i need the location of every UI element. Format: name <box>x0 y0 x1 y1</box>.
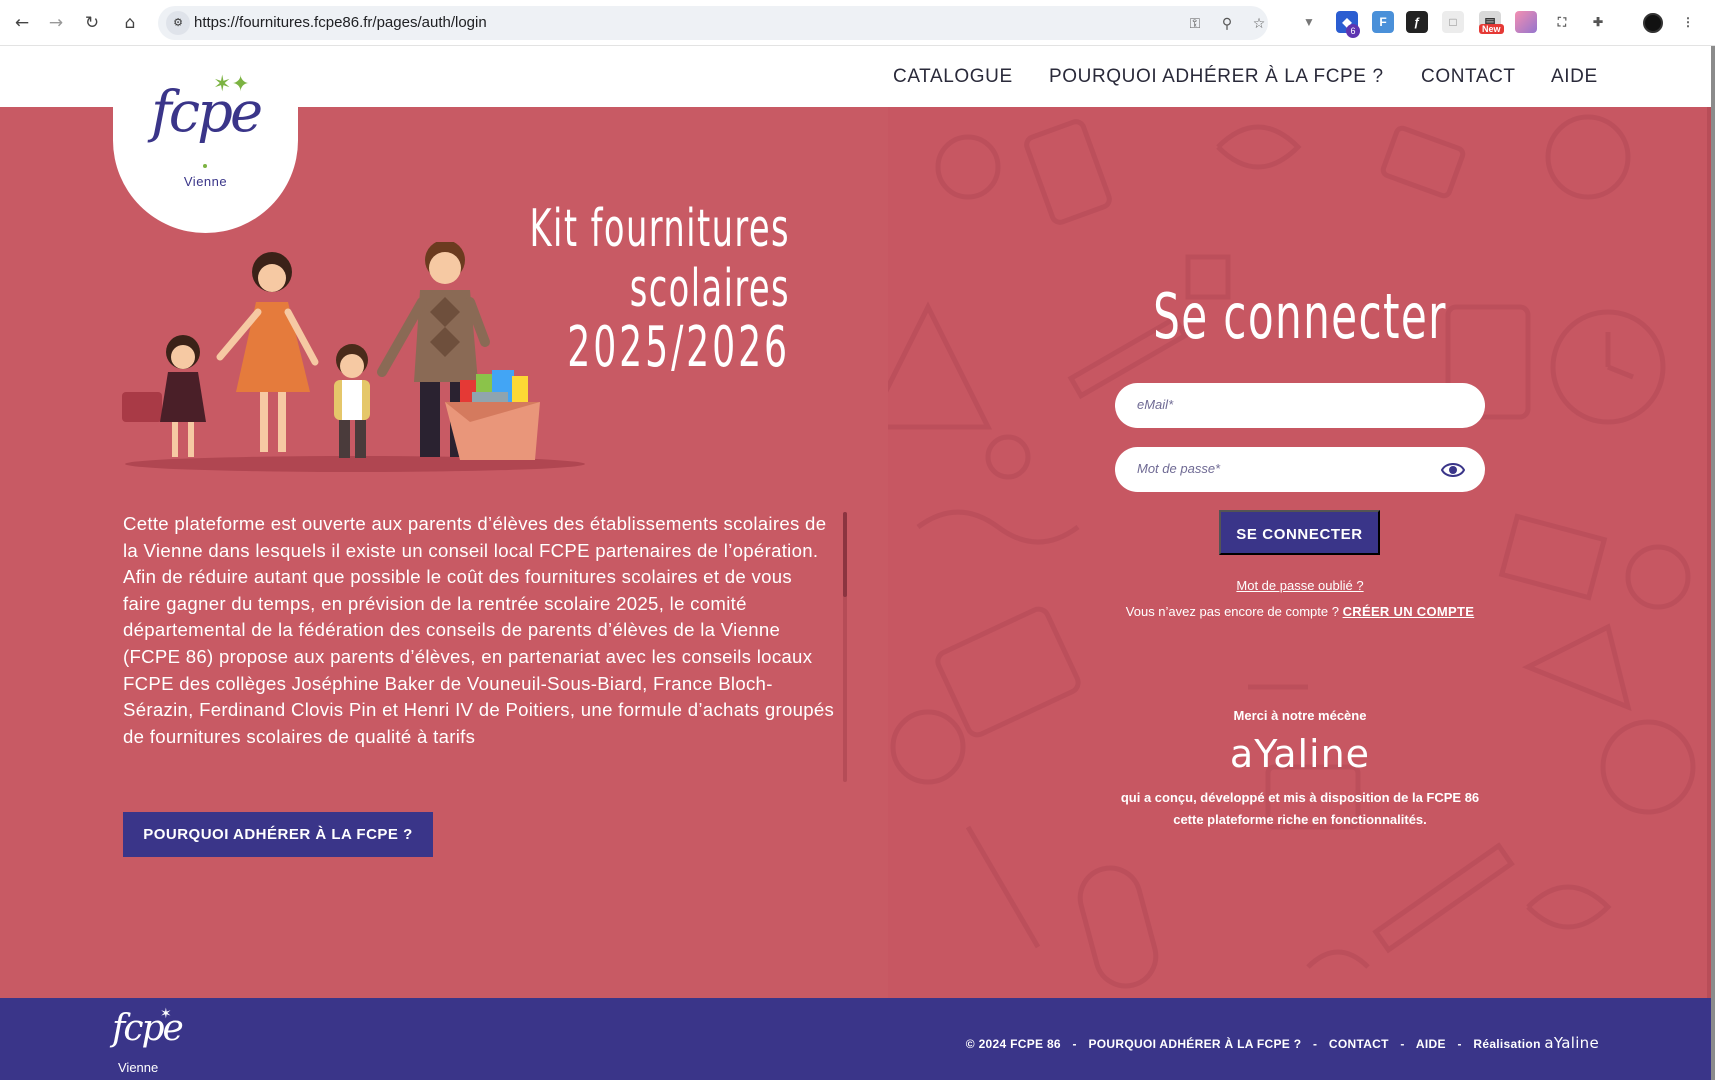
description-text: Cette plateforme est ouverte aux parents… <box>123 513 835 747</box>
footer-logo-stars-icon: ✶ <box>160 1006 172 1022</box>
footer-link-aide[interactable]: AIDE <box>1416 1037 1446 1051</box>
footer-credit-label: Réalisation <box>1473 1037 1541 1051</box>
logo-stars-icon: ✶✦ <box>213 72 250 97</box>
footer-copyright: © 2024 FCPE 86 <box>965 1037 1061 1051</box>
extension-badge-count: 6 <box>1346 24 1360 38</box>
footer-credit-name[interactable]: aYaline <box>1544 1034 1599 1052</box>
address-bar[interactable]: ⚙ https://fournitures.fcpe86.fr/pages/au… <box>158 6 1268 40</box>
site-footer: fcpe ✶ Vienne © 2024 FCPE 86 - POURQUOI … <box>0 998 1715 1080</box>
browser-toolbar: ← → ↻ ⌂ ⚙ https://fournitures.fcpe86.fr/… <box>0 0 1715 46</box>
footer-separator: - <box>1457 1037 1462 1051</box>
footer-link-pourquoi[interactable]: POURQUOI ADHÉRER À LA FCPE ? <box>1088 1037 1301 1051</box>
no-account-line: Vous n’avez pas encore de compte ? CRÉER… <box>1115 604 1485 619</box>
ayaline-logo[interactable]: aYaline <box>1115 732 1485 776</box>
fcpe-logo[interactable]: fcpe ✶✦ Vienne <box>113 46 298 233</box>
extensions-icon[interactable]: ✚ <box>1587 11 1609 33</box>
extension-gradient-icon[interactable] <box>1515 11 1537 33</box>
login-title: Se connecter <box>1153 280 1447 353</box>
nav-catalogue[interactable]: CATALOGUE <box>893 66 1013 88</box>
footer-link-contact[interactable]: CONTACT <box>1329 1037 1389 1051</box>
menu-dots-icon[interactable]: ⋮ <box>1677 11 1699 33</box>
back-icon[interactable]: ← <box>10 11 34 35</box>
footer-logo[interactable]: fcpe ✶ Vienne <box>112 1006 184 1076</box>
password-placeholder: Mot de passe* <box>1137 461 1221 476</box>
description-scrollbar-thumb[interactable] <box>843 512 847 597</box>
description-scroll[interactable]: Cette plateforme est ouverte aux parents… <box>123 511 835 781</box>
extension-blank-icon[interactable]: □ <box>1442 11 1464 33</box>
footer-links: © 2024 FCPE 86 - POURQUOI ADHÉRER À LA F… <box>966 1034 1599 1052</box>
email-field[interactable]: eMail* <box>1115 383 1485 428</box>
bookmark-star-icon[interactable]: ☆ <box>1248 13 1270 35</box>
footer-separator: - <box>1400 1037 1405 1051</box>
no-account-text: Vous n’avez pas encore de compte ? <box>1125 604 1343 619</box>
email-placeholder: eMail* <box>1137 397 1174 412</box>
zoom-icon[interactable]: ⚲ <box>1216 13 1238 35</box>
url-text[interactable]: https://fournitures.fcpe86.fr/pages/auth… <box>194 14 487 31</box>
logo-dot <box>203 164 207 168</box>
intro-panel: Kit fournitures scolaires 2025/2026 Cett… <box>0 107 888 998</box>
sponsor-text: qui a conçu, développé et mis à disposit… <box>1120 790 1480 827</box>
profile-avatar[interactable] <box>1643 13 1663 33</box>
extension-v-icon[interactable]: ▼ <box>1298 11 1320 33</box>
sponsor-label: Merci à notre mécène <box>1233 708 1367 723</box>
create-account-link[interactable]: CRÉER UN COMPTE <box>1343 604 1475 619</box>
extension-badge-new: New <box>1479 24 1504 34</box>
password-key-icon[interactable]: ⚿ <box>1184 13 1206 35</box>
footer-logo-city: Vienne <box>118 1060 159 1075</box>
family-illustration <box>122 242 585 472</box>
extension-f-icon[interactable]: F <box>1372 11 1394 33</box>
screenshot-icon[interactable]: ⛶ <box>1551 11 1573 33</box>
extension-function-icon[interactable]: ƒ <box>1406 11 1428 33</box>
forgot-password-link[interactable]: Mot de passe oublié ? <box>1115 578 1485 593</box>
login-submit-button[interactable]: SE CONNECTER <box>1219 510 1380 555</box>
nav-aide[interactable]: AIDE <box>1551 66 1598 88</box>
pourquoi-adherer-button[interactable]: POURQUOI ADHÉRER À LA FCPE ? <box>123 812 433 857</box>
home-icon[interactable]: ⌂ <box>118 11 142 35</box>
eye-icon[interactable] <box>1441 458 1465 482</box>
site-info-icon[interactable]: ⚙ <box>166 11 190 35</box>
footer-separator: - <box>1072 1037 1077 1051</box>
forward-icon[interactable]: → <box>44 11 68 35</box>
reload-icon[interactable]: ↻ <box>80 11 104 35</box>
window-scroll-edge <box>1711 46 1715 1080</box>
nav-contact[interactable]: CONTACT <box>1421 66 1516 88</box>
password-field[interactable]: Mot de passe* <box>1115 447 1485 492</box>
nav-pourquoi-adherer[interactable]: POURQUOI ADHÉRER À LA FCPE ? <box>1049 66 1384 88</box>
logo-city: Vienne <box>183 174 228 189</box>
footer-separator: - <box>1312 1037 1318 1051</box>
